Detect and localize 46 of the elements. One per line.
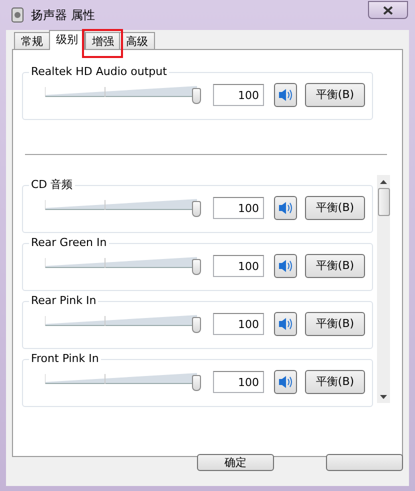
volume-input[interactable]: 100 (213, 84, 264, 106)
volume-input[interactable]: 100 (213, 371, 264, 393)
tab[interactable]: 级别 (49, 30, 85, 50)
mute-button[interactable] (274, 83, 297, 107)
dialog-button[interactable]: 确定 (197, 454, 274, 471)
speaker-icon (278, 201, 293, 215)
balance-button[interactable]: 平衡(B) (305, 196, 365, 220)
slider-thumb[interactable] (192, 259, 201, 275)
volume-slider[interactable] (45, 313, 203, 335)
mute-button[interactable] (274, 254, 297, 278)
balance-button[interactable]: 平衡(B) (305, 254, 365, 278)
group-label: CD 音频 (29, 178, 75, 192)
scrollbar[interactable] (377, 175, 390, 403)
speaker-icon (10, 7, 25, 23)
scroll-up-icon (380, 180, 388, 184)
mute-button[interactable] (274, 370, 297, 394)
dialog-button[interactable] (326, 454, 403, 471)
volume-input[interactable]: 100 (213, 255, 264, 277)
tab[interactable]: 增强 (85, 32, 121, 49)
balance-button[interactable]: 平衡(B) (305, 312, 365, 336)
close-icon (383, 6, 393, 14)
group-label: Realtek HD Audio output (29, 65, 169, 79)
slider-thumb[interactable] (192, 201, 201, 217)
volume-input[interactable]: 100 (213, 313, 264, 335)
mute-button[interactable] (274, 312, 297, 336)
slider-thumb[interactable] (192, 317, 201, 333)
speaker-icon (278, 88, 293, 102)
slider-thumb[interactable] (192, 88, 201, 104)
mute-button[interactable] (274, 196, 297, 220)
volume-input[interactable]: 100 (213, 197, 264, 219)
volume-slider[interactable] (45, 84, 203, 106)
tab[interactable]: 常规 (14, 32, 50, 49)
balance-button[interactable]: 平衡(B) (305, 83, 365, 107)
volume-slider[interactable] (45, 197, 203, 219)
scroll-down-icon (380, 395, 388, 399)
balance-button[interactable]: 平衡(B) (305, 370, 365, 394)
speaker-icon (278, 259, 293, 273)
tab[interactable]: 高级 (119, 32, 155, 49)
speaker-icon (278, 375, 293, 389)
window-title: 扬声器 属性 (31, 7, 95, 24)
scroll-thumb[interactable] (378, 188, 390, 216)
volume-slider[interactable] (45, 255, 203, 277)
close-button[interactable] (368, 1, 408, 19)
volume-slider[interactable] (45, 371, 203, 393)
speaker-icon (278, 317, 293, 331)
slider-thumb[interactable] (192, 375, 201, 391)
